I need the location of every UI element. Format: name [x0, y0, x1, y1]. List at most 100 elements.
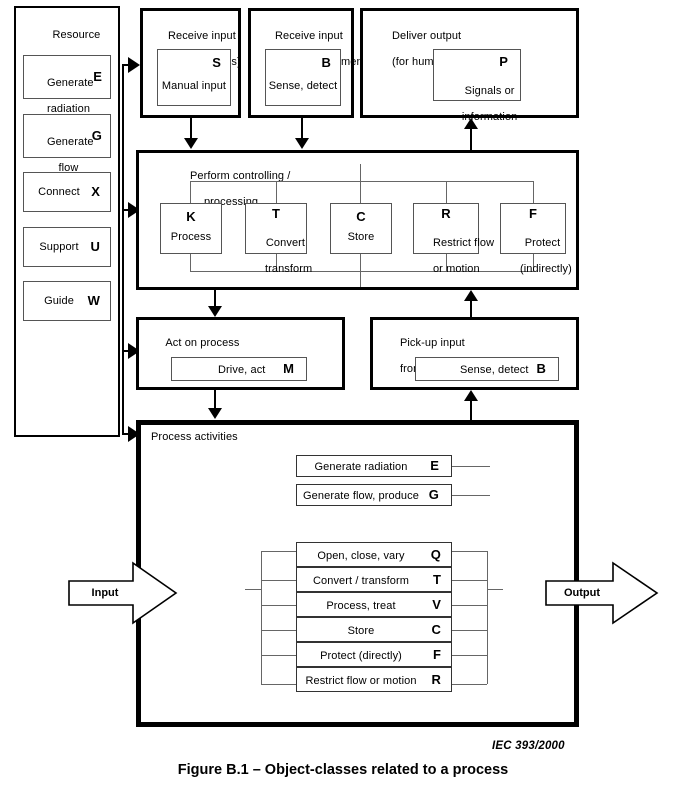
sense-detect-environment-label: Sense, detect	[268, 80, 338, 92]
process-activity-restrict[interactable]: Restrict flow or motion R	[296, 667, 452, 692]
connector-act-to-process-activities	[214, 390, 216, 410]
activity-stub-right-3	[452, 605, 487, 606]
deliver-output-title-line1: Deliver output	[391, 30, 462, 42]
receive-input-environment-box: Receive input (from environment) B Sense…	[248, 8, 370, 118]
input-arrow-label: Input	[91, 587, 119, 599]
output-arrow-label: Output	[563, 587, 601, 599]
controlling-item-label-line1: Protect	[524, 237, 561, 249]
resource-item-code: U	[90, 239, 100, 254]
controlling-item-label: Store	[347, 231, 375, 243]
activity-stub-left-5	[261, 655, 296, 656]
controlling-item-store[interactable]: C Store	[330, 203, 392, 254]
arrowhead-controlling-to-act	[208, 306, 222, 317]
connector-humans-to-controlling	[190, 118, 192, 140]
figure-caption: Figure B.1 – Object-classes related to a…	[177, 762, 509, 778]
controlling-item-code: R	[441, 206, 451, 221]
controlling-item-label-line1: Convert	[265, 237, 306, 249]
connector-process-activities-to-pickup	[470, 401, 472, 420]
signals-code: P	[499, 54, 508, 69]
process-activity-convert[interactable]: Convert / transform T	[296, 567, 452, 592]
process-activity-code: F	[432, 647, 441, 662]
arrowhead-pickup-to-controlling	[464, 290, 478, 301]
process-activity-open-close[interactable]: Open, close, vary Q	[296, 542, 452, 567]
process-generate-flow-label: Generate flow, produce	[303, 490, 419, 502]
figure-canvas: Resource supply Generate radiation E Gen…	[0, 0, 686, 791]
controlling-item-code: T	[271, 206, 281, 221]
process-activity-label: Protect (directly)	[320, 650, 402, 662]
controlling-item-code: K	[186, 209, 196, 224]
process-activity-process-treat[interactable]: Process, treat V	[296, 592, 452, 617]
drive-act-label: Drive, act	[218, 364, 266, 376]
sense-detect-process-box[interactable]: Sense, detect B	[415, 357, 559, 381]
generate-radiation-lead	[452, 466, 490, 467]
controlling-bus-bottom	[190, 271, 533, 272]
arrowhead-process-activities-to-pickup	[464, 390, 478, 401]
arrowhead-controlling-to-deliver	[464, 118, 478, 129]
controlling-item-label-line2: transform	[264, 263, 313, 275]
controlling-stub-f-top	[533, 181, 534, 204]
controlling-item-restrict-flow[interactable]: R Restrict flow or motion	[413, 203, 494, 275]
process-activity-store[interactable]: Store C	[296, 617, 452, 642]
activity-bus-right	[487, 551, 488, 684]
resource-supply-title-line1: Resource	[52, 29, 101, 41]
signals-or-information-box[interactable]: P Signals or information	[433, 49, 521, 123]
activity-stub-right-2	[452, 580, 487, 581]
sense-detect-environment-box[interactable]: B Sense, detect	[265, 49, 341, 106]
resource-item-label-line1: Generate	[46, 136, 94, 148]
resource-item-support[interactable]: Support U	[23, 227, 111, 267]
deliver-output-box: Deliver output (for humans) P Signals or…	[360, 8, 579, 123]
arrowhead-environment-to-controlling	[295, 138, 309, 149]
resource-item-label: Support	[39, 241, 79, 253]
sense-detect-environment-code: B	[321, 55, 331, 70]
process-activity-code: T	[432, 572, 441, 587]
controlling-stub-t-top	[276, 181, 277, 204]
process-activity-protect[interactable]: Protect (directly) F	[296, 642, 452, 667]
controlling-item-convert[interactable]: T Convert transform	[245, 203, 312, 275]
resource-item-connect[interactable]: Connect X	[23, 172, 111, 212]
activity-bus-left	[261, 551, 262, 684]
manual-input-box[interactable]: S Manual input	[157, 49, 231, 106]
sense-detect-process-label: Sense, detect	[460, 364, 529, 376]
activity-stub-left-1	[261, 551, 296, 552]
controlling-item-label: Convert transform	[246, 224, 312, 289]
process-activity-label: Process, treat	[326, 600, 396, 612]
resource-item-generate-radiation[interactable]: Generate radiation E	[23, 55, 111, 115]
pickup-input-box: Pick-up input from process Sense, detect…	[370, 317, 579, 390]
activity-stub-right-6	[452, 684, 487, 685]
resource-item-code: G	[91, 128, 102, 143]
activity-stub-left-2	[261, 580, 296, 581]
process-activity-label: Open, close, vary	[317, 550, 405, 562]
controlling-item-process[interactable]: K Process	[160, 203, 222, 254]
controlling-item-label: Process	[170, 231, 212, 243]
process-generate-radiation[interactable]: Generate radiation E	[296, 455, 452, 477]
drive-act-box[interactable]: Drive, act M	[171, 357, 307, 381]
activity-stub-right-5	[452, 655, 487, 656]
controlling-item-protect[interactable]: F Protect (indirectly)	[500, 203, 572, 275]
activity-stub-right-4	[452, 630, 487, 631]
controlling-stub-k-bottom	[190, 253, 191, 272]
process-activity-code: V	[432, 597, 441, 612]
generate-flow-lead	[452, 495, 490, 496]
resource-item-label-line1: Generate	[46, 77, 94, 89]
activity-stub-left-4	[261, 630, 296, 631]
receive-input-humans-box: Receive input (from humans) S Manual inp…	[140, 8, 241, 118]
controlling-stub-k-top	[190, 181, 191, 204]
controlling-item-label-line2: or motion	[432, 263, 480, 275]
process-activity-label: Restrict flow or motion	[305, 675, 417, 687]
activity-stub-left-3	[261, 605, 296, 606]
resource-item-code: E	[93, 69, 102, 84]
process-activity-label: Convert / transform	[312, 575, 410, 587]
sense-detect-process-code: B	[536, 361, 546, 376]
resource-item-label: Connect	[38, 186, 80, 198]
signals-label-line1: Signals or	[464, 85, 515, 97]
process-generate-flow[interactable]: Generate flow, produce G	[296, 484, 452, 506]
process-activity-code: C	[431, 622, 441, 637]
process-activity-code: Q	[430, 547, 441, 562]
controlling-item-code: F	[528, 206, 538, 221]
connector-controlling-to-deliver	[470, 129, 472, 151]
manual-input-label: Manual input	[161, 80, 227, 92]
resource-item-generate-flow[interactable]: Generate flow G	[23, 114, 111, 174]
resource-item-guide[interactable]: Guide W	[23, 281, 111, 321]
activity-bus-left-lead	[245, 589, 261, 590]
arrowhead-act-to-process-activities	[208, 408, 222, 419]
